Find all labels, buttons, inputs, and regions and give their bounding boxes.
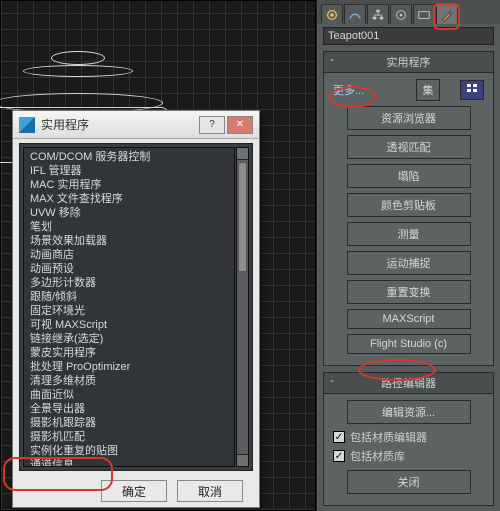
list-item[interactable]: 通道信息 xyxy=(24,458,234,467)
cancel-button[interactable]: 取消 xyxy=(177,480,243,502)
scroll-up-button[interactable] xyxy=(237,148,248,160)
list-item[interactable]: 曲面近似 xyxy=(24,388,234,402)
window-close-button[interactable]: ✕ xyxy=(227,116,253,134)
list-item[interactable]: 固定环境光 xyxy=(24,304,234,318)
dialog-title-text: 实用程序 xyxy=(41,116,89,133)
tab-create[interactable] xyxy=(321,4,343,24)
utilities-rollout: -实用程序 更多... 集 资源浏览器 透视匹配 塌陷 颜色剪贴板 测量 运动捕… xyxy=(323,51,494,366)
tab-motion[interactable] xyxy=(390,4,412,24)
utility-measure[interactable]: 测量 xyxy=(347,222,471,246)
edit-resources-button[interactable]: 编辑资源... xyxy=(347,400,471,424)
utility-flight-studio[interactable]: Flight Studio (c) xyxy=(347,334,471,354)
rollout-header-pathedit[interactable]: -路径编辑器 xyxy=(323,372,494,394)
dialog-footer: 确定 取消 xyxy=(13,475,259,507)
list-item[interactable]: 摄影机跟踪器 xyxy=(24,416,234,430)
configure-sets-button[interactable] xyxy=(460,80,484,100)
utility-perspective-match[interactable]: 透视匹配 xyxy=(347,135,471,159)
list-item[interactable]: 摄影机匹配 xyxy=(24,430,234,444)
scrollbar[interactable] xyxy=(236,147,249,467)
list-item[interactable]: 实例化重复的贴图 xyxy=(24,444,234,458)
sets-button[interactable]: 集 xyxy=(416,79,440,101)
command-panel-tabs xyxy=(317,0,500,24)
list-item[interactable]: 链接继承(选定) xyxy=(24,332,234,346)
list-item[interactable]: 笔划 xyxy=(24,220,234,234)
list-item[interactable]: 清理多维材质 xyxy=(24,374,234,388)
app-icon xyxy=(19,117,35,133)
list-item[interactable]: 可视 MAXScript xyxy=(24,318,234,332)
utility-color-clipboard[interactable]: 颜色剪贴板 xyxy=(347,193,471,217)
include-mat-editor-checkbox[interactable]: ✓包括材质编辑器 xyxy=(333,429,484,445)
tab-hierarchy[interactable] xyxy=(367,4,389,24)
list-item[interactable]: 场景效果加载器 xyxy=(24,234,234,248)
help-button[interactable]: ? xyxy=(199,116,225,134)
list-item[interactable]: 动画商店 xyxy=(24,248,234,262)
list-item[interactable]: 跟随/倾斜 xyxy=(24,290,234,304)
utilities-dialog: 实用程序 ? ✕ COM/DCOM 服务器控制 IFL 管理器 MAC 实用程序… xyxy=(12,110,260,508)
list-item[interactable]: IFL 管理器 xyxy=(24,164,234,178)
command-panel: Teapot001 -实用程序 更多... 集 资源浏览器 透视匹配 塌陷 颜色… xyxy=(316,0,500,511)
list-item[interactable]: MAC 实用程序 xyxy=(24,178,234,192)
utility-asset-browser[interactable]: 资源浏览器 xyxy=(347,106,471,130)
tab-modify[interactable] xyxy=(344,4,366,24)
utility-collapse[interactable]: 塌陷 xyxy=(347,164,471,188)
utility-reset-xform[interactable]: 重置变换 xyxy=(347,280,471,304)
close-button[interactable]: 关闭 xyxy=(347,470,471,494)
utility-maxscript[interactable]: MAXScript xyxy=(347,309,471,329)
tab-display[interactable] xyxy=(413,4,435,24)
utility-motion-capture[interactable]: 运动捕捉 xyxy=(347,251,471,275)
scroll-thumb[interactable] xyxy=(238,162,247,272)
dialog-body: COM/DCOM 服务器控制 IFL 管理器 MAC 实用程序 MAX 文件查找… xyxy=(19,143,253,471)
dialog-title-bar[interactable]: 实用程序 ? ✕ xyxy=(13,111,259,139)
path-editor-rollout: -路径编辑器 编辑资源... ✓包括材质编辑器 ✓包括材质库 关闭 xyxy=(323,372,494,506)
list-item[interactable]: 蒙皮实用程序 xyxy=(24,346,234,360)
list-item[interactable]: 批处理 ProOptimizer xyxy=(24,360,234,374)
list-item[interactable]: UVW 移除 xyxy=(24,206,234,220)
list-item[interactable]: 多边形计数器 xyxy=(24,276,234,290)
object-name-field[interactable]: Teapot001 xyxy=(323,27,494,45)
include-mat-lib-checkbox[interactable]: ✓包括材质库 xyxy=(333,448,484,464)
list-item[interactable]: 全景导出器 xyxy=(24,402,234,416)
list-item[interactable]: COM/DCOM 服务器控制 xyxy=(24,150,234,164)
rollout-header-utilities[interactable]: -实用程序 xyxy=(323,51,494,73)
tab-utilities[interactable] xyxy=(436,4,458,24)
more-link[interactable]: 更多... xyxy=(333,82,364,98)
list-item[interactable]: MAX 文件查找程序 xyxy=(24,192,234,206)
ok-button[interactable]: 确定 xyxy=(101,480,167,502)
utility-listbox[interactable]: COM/DCOM 服务器控制 IFL 管理器 MAC 实用程序 MAX 文件查找… xyxy=(23,147,235,467)
scroll-down-button[interactable] xyxy=(237,454,248,466)
list-item[interactable]: 动画预设 xyxy=(24,262,234,276)
